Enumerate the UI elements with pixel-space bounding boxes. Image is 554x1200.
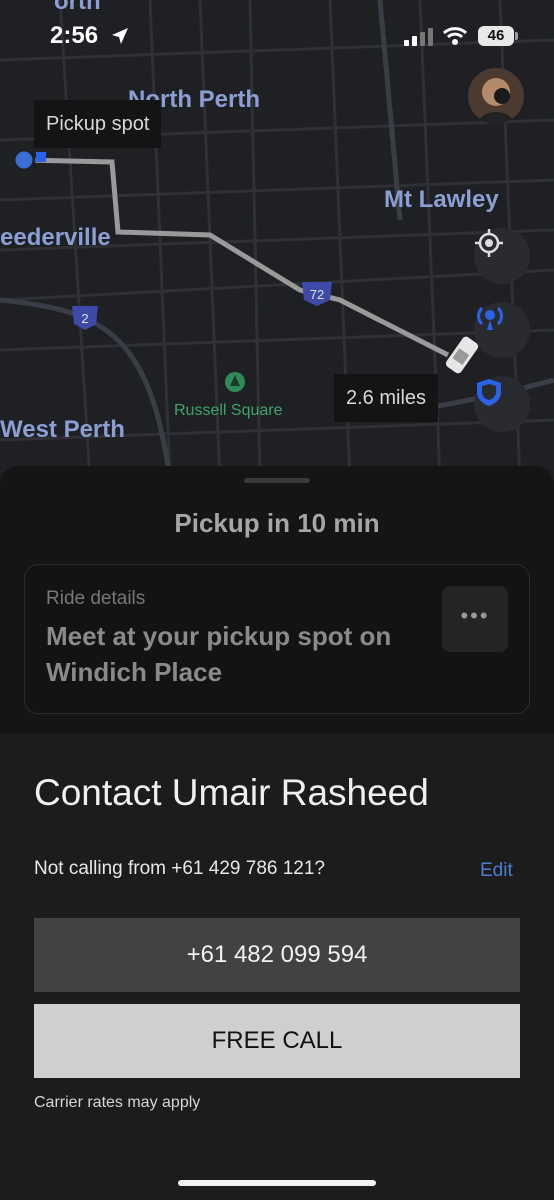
sheet-handle[interactable] [244, 478, 310, 483]
distance-pill: 2.6 miles [334, 374, 439, 422]
ride-details-text: Meet at your pickup spot on Windich Plac… [46, 621, 392, 687]
free-call-button[interactable]: FREE CALL [34, 1004, 520, 1078]
status-bar: 2:56 46 [0, 0, 554, 74]
edit-link[interactable]: Edit [480, 860, 513, 882]
safety-button[interactable] [474, 376, 530, 432]
phone-number-button[interactable]: +61 482 099 594 [34, 918, 520, 992]
route-shield-2: 2 [72, 306, 98, 330]
contact-title: Contact Umair Rasheed [34, 772, 429, 813]
pickup-dot [12, 148, 36, 172]
status-time: 2:56 [50, 22, 99, 49]
recenter-button[interactable] [474, 228, 530, 284]
avatar-image [468, 68, 524, 124]
map-label-mt-lawley: Mt Lawley [384, 186, 499, 213]
pickup-spot-pill[interactable]: Pickup spot [34, 100, 162, 148]
signal-icon [404, 28, 433, 46]
more-options-button[interactable]: ••• [442, 586, 508, 652]
shield-icon [477, 379, 501, 406]
svg-text:72: 72 [310, 287, 324, 302]
svg-text:2: 2 [81, 311, 88, 326]
map-label-west-perth: West Perth [0, 416, 125, 443]
route-shield-72: 72 [302, 282, 332, 306]
broadcast-icon [477, 306, 503, 330]
share-trip-button[interactable] [474, 302, 530, 358]
map-label-leederville: eederville [0, 224, 111, 251]
wifi-icon [442, 27, 468, 45]
not-calling-text: Not calling from +61 429 786 121? [34, 858, 326, 879]
recenter-icon [475, 229, 503, 257]
carrier-note: Carrier rates may apply [34, 1094, 201, 1111]
ride-details-label: Ride details [46, 588, 146, 609]
driver-avatar[interactable] [468, 68, 524, 124]
battery-indicator: 46 [478, 26, 514, 46]
location-arrow-icon [112, 28, 128, 44]
car-icon [445, 336, 479, 374]
home-indicator[interactable] [178, 1180, 376, 1186]
battery-tip [515, 32, 518, 40]
map-label-russell-square: Russell Square [174, 402, 283, 419]
pickup-eta: Pickup in 10 min [174, 508, 380, 538]
